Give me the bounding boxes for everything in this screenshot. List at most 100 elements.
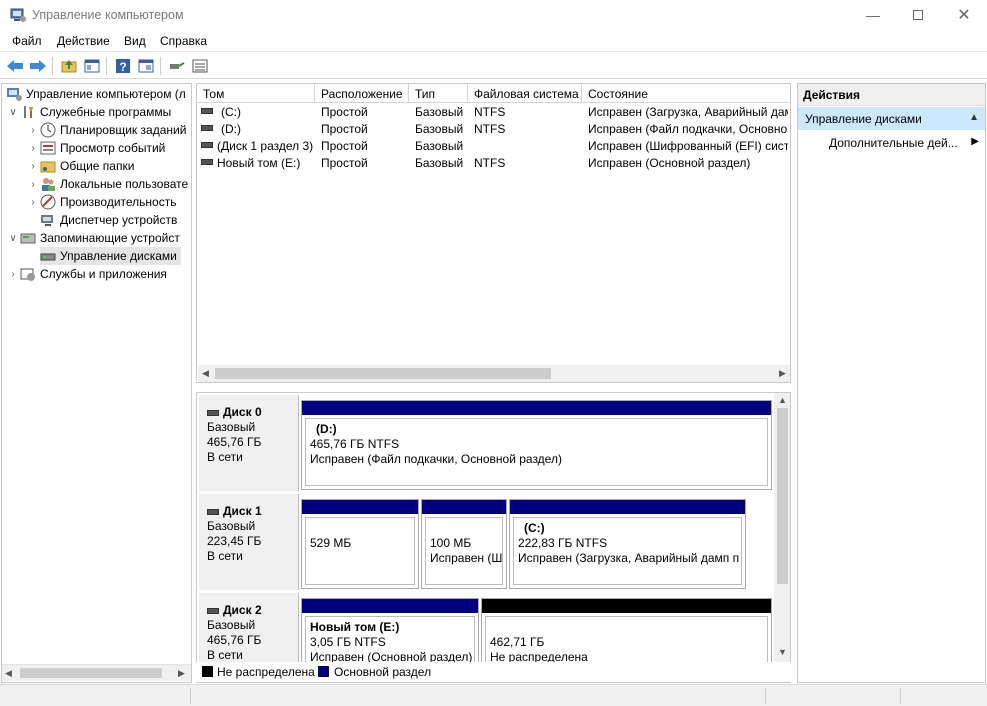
partition-header-primary	[422, 500, 506, 514]
tree-item-utilities[interactable]: ∨ Служебные программы	[6, 103, 171, 121]
scroll-right-icon[interactable]: ▶	[779, 368, 786, 379]
tree-item-services[interactable]: › Службы и приложения	[6, 265, 167, 283]
tree-item-task-scheduler[interactable]: › Планировщик заданий	[26, 121, 186, 139]
volume-layout: Простой	[321, 122, 368, 136]
tree-label: Локальные пользовате	[60, 177, 189, 191]
partition-header-primary	[302, 599, 478, 613]
partition-c[interactable]: (C:) 222,83 ГБ NTFS Исправен (Загрузка, …	[509, 499, 746, 589]
disk-state: В сети	[207, 450, 243, 464]
tree-item-device-manager[interactable]: Диспетчер устройств	[40, 211, 177, 229]
chevron-down-icon[interactable]: ∨	[6, 233, 20, 244]
chevron-right-icon[interactable]: ›	[26, 179, 40, 190]
tree-item-local-users[interactable]: › Локальные пользовате	[26, 175, 188, 193]
partition-size: 465,76 ГБ NTFS	[310, 437, 400, 451]
connect-button[interactable]	[168, 57, 186, 75]
scroll-left-icon[interactable]: ◀	[202, 368, 209, 379]
scroll-thumb[interactable]	[20, 668, 162, 678]
back-button[interactable]	[6, 57, 24, 75]
volume-type: Базовый	[415, 156, 464, 170]
disk-icon	[207, 409, 219, 416]
disk-vertical-scrollbar[interactable]: ▲ ▼	[774, 393, 790, 663]
minimize-button[interactable]: —	[850, 0, 896, 30]
scroll-up-icon[interactable]: ▲	[778, 395, 787, 405]
help-button[interactable]: ?	[114, 57, 132, 75]
menu-help[interactable]: Справка	[160, 34, 207, 48]
chevron-right-icon[interactable]: ›	[26, 125, 40, 136]
chevron-right-icon[interactable]: ›	[26, 143, 40, 154]
volume-layout: Простой	[321, 139, 368, 153]
scroll-left-icon[interactable]: ◀	[5, 668, 12, 679]
disk-name: Диск 1	[223, 504, 262, 518]
column-header-volume[interactable]: Том	[197, 84, 315, 103]
close-button[interactable]: ✕	[941, 0, 987, 30]
chevron-right-icon[interactable]: ›	[26, 161, 40, 172]
partition-header-primary	[302, 401, 771, 415]
partition-disk1-1[interactable]: 529 МБ	[301, 499, 419, 589]
table-row[interactable]: (D:) Простой Базовый NTFS Исправен (Файл…	[197, 121, 790, 138]
list-icon	[192, 59, 208, 73]
disk-name: Диск 2	[223, 603, 262, 617]
legend-label-unallocated: Не распределена	[217, 665, 315, 679]
table-row[interactable]: (Диск 1 раздел 3) Простой Базовый Исправ…	[197, 138, 790, 155]
table-row[interactable]: (C:) Простой Базовый NTFS Исправен (Загр…	[197, 104, 790, 121]
actions-pane: Действия Управление дисками ▲ Дополнител…	[797, 83, 986, 683]
volume-type: Базовый	[415, 105, 464, 119]
status-divider	[900, 688, 901, 704]
computer-management-icon	[10, 7, 26, 23]
forward-button[interactable]	[29, 57, 47, 75]
partition-body: 529 МБ	[305, 517, 415, 585]
volume-layout: Простой	[321, 156, 368, 170]
column-header-type[interactable]: Тип	[409, 84, 468, 103]
back-arrow-icon	[7, 60, 23, 72]
show-hide-tree-button[interactable]	[83, 57, 101, 75]
volume-horizontal-scrollbar[interactable]: ◀ ▶	[198, 365, 790, 382]
disk-size: 465,76 ГБ	[207, 633, 262, 647]
disk-management-icon	[40, 248, 56, 264]
tree-item-disk-management[interactable]: Управление дисками	[40, 247, 181, 265]
chevron-down-icon[interactable]: ∨	[6, 107, 20, 118]
chevron-right-icon[interactable]: ›	[6, 269, 20, 280]
tree-item-root[interactable]: Управление компьютером (л	[6, 85, 186, 103]
menu-action[interactable]: Действие	[57, 34, 110, 48]
scroll-right-icon[interactable]: ▶	[178, 668, 185, 679]
tree-item-shared-folders[interactable]: › Общие папки	[26, 157, 134, 175]
scroll-thumb[interactable]	[777, 408, 788, 584]
column-header-status[interactable]: Состояние	[582, 84, 790, 103]
partition-size: 529 МБ	[310, 536, 352, 550]
volume-fs: NTFS	[474, 105, 506, 119]
folder-up-icon	[61, 60, 77, 73]
up-folder-button[interactable]	[60, 57, 78, 75]
help-icon: ?	[116, 59, 130, 74]
scroll-down-icon[interactable]: ▼	[778, 647, 787, 657]
tree-item-performance[interactable]: › Производительность	[26, 193, 176, 211]
disk-name: Диск 0	[223, 405, 262, 419]
collapse-icon[interactable]: ▲	[969, 112, 979, 123]
tree-horizontal-scrollbar[interactable]: ◀ ▶	[2, 664, 191, 681]
column-header-layout[interactable]: Расположение	[315, 84, 409, 103]
menu-file[interactable]: Файл	[12, 34, 42, 48]
status-divider	[190, 688, 191, 704]
chevron-right-icon[interactable]: ›	[26, 197, 40, 208]
partition-d[interactable]: (D:) 465,76 ГБ NTFS Исправен (Файл подка…	[301, 400, 772, 490]
volume-fs: NTFS	[474, 122, 506, 136]
volume-icon	[201, 159, 213, 165]
disk-0-label[interactable]: Диск 0 Базовый 465,76 ГБ В сети	[199, 395, 299, 491]
tree-label: Производительность	[60, 195, 177, 209]
column-header-filesystem[interactable]: Файловая система	[468, 84, 582, 103]
table-row[interactable]: Новый том (E:) Простой Базовый NTFS Испр…	[197, 155, 790, 172]
volume-status: Исправен (Шифрованный (EFI) систе	[588, 139, 788, 153]
disk-1-label[interactable]: Диск 1 Базовый 223,45 ГБ В сети	[199, 494, 299, 590]
actions-more[interactable]: Дополнительные дей... ▶	[829, 136, 979, 154]
properties-icon	[138, 59, 154, 73]
maximize-button[interactable]	[895, 0, 941, 30]
scroll-thumb[interactable]	[215, 368, 551, 379]
tree-label: Диспетчер устройств	[60, 213, 178, 227]
menu-view[interactable]: Вид	[124, 34, 146, 48]
minimize-icon: —	[866, 7, 880, 23]
partition-disk1-2[interactable]: 100 МБ Исправен (Ш	[421, 499, 507, 589]
tree-item-event-viewer[interactable]: › Просмотр событий	[26, 139, 165, 157]
properties-button[interactable]	[137, 57, 155, 75]
actions-group-disk-management[interactable]: Управление дисками ▲	[798, 107, 985, 130]
tree-item-storage[interactable]: ∨ Запоминающие устройст	[6, 229, 180, 247]
list-view-button[interactable]	[191, 57, 209, 75]
